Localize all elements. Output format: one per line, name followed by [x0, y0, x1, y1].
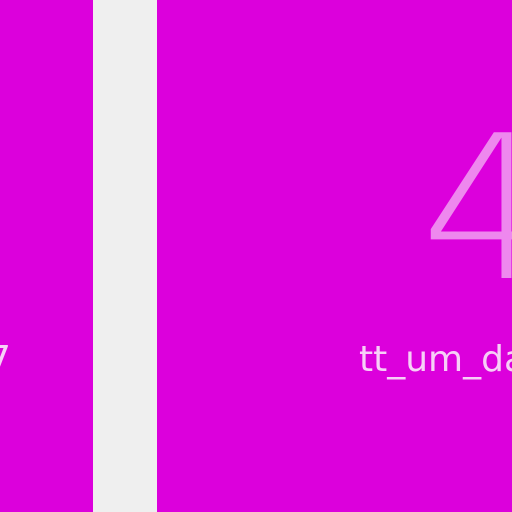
project-card-caption: 7: [0, 342, 11, 378]
project-card-previous[interactable]: 7: [0, 0, 93, 512]
project-card-caption: tt_um_da: [359, 339, 512, 380]
project-card-number: 4: [421, 93, 512, 326]
card-carousel[interactable]: 7 4 tt_um_da: [0, 0, 512, 512]
project-card-current[interactable]: 4 tt_um_da: [157, 0, 512, 512]
